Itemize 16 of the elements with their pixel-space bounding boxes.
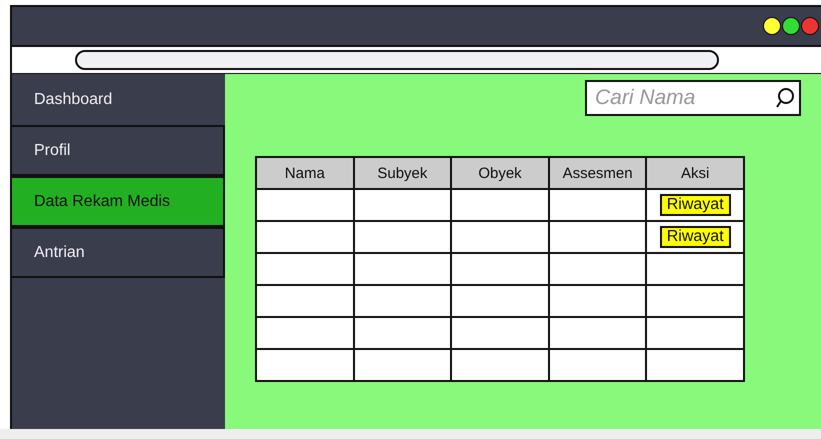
- sidebar-item[interactable]: Profil: [12, 125, 225, 176]
- address-bar[interactable]: [75, 50, 719, 70]
- column-header: Subyek: [354, 158, 450, 188]
- search-field[interactable]: Cari Nama: [585, 80, 801, 116]
- sidebar-item[interactable]: Dashboard: [12, 74, 225, 125]
- column-header: Assesmen: [550, 158, 646, 188]
- sidebar-item[interactable]: Antrian: [12, 227, 225, 278]
- column-header: Nama: [257, 158, 353, 188]
- search-icon[interactable]: [775, 87, 795, 109]
- history-button[interactable]: Riwayat: [660, 194, 731, 216]
- sidebar-item[interactable]: Data Rekam Medis: [12, 176, 225, 227]
- window-control[interactable]: [782, 17, 800, 35]
- window-control[interactable]: [763, 17, 781, 35]
- column-header: Obyek: [452, 158, 548, 188]
- column-header: Aksi: [647, 158, 743, 188]
- history-button[interactable]: Riwayat: [660, 226, 731, 248]
